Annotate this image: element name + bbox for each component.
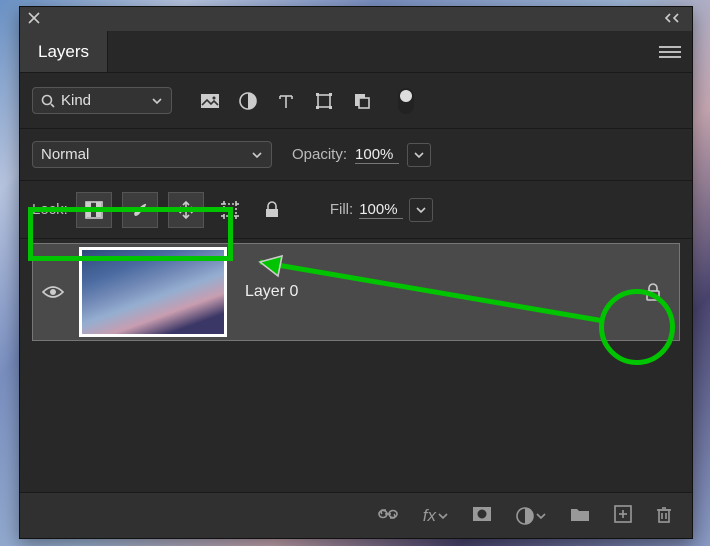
fill-label: Fill: — [330, 201, 353, 218]
filter-adjustment-layers-button[interactable] — [232, 85, 264, 117]
layer-mask-button[interactable] — [472, 506, 492, 526]
tab-bar: Layers — [20, 31, 692, 73]
lock-pixels-button[interactable] — [122, 192, 158, 228]
filter-kind-select[interactable]: Kind — [32, 87, 172, 114]
mask-icon — [472, 506, 492, 522]
collapse-panel-icon[interactable] — [664, 12, 684, 27]
filter-pixel-layers-button[interactable] — [194, 85, 226, 117]
text-icon — [278, 93, 294, 109]
panel-menu-button[interactable] — [648, 31, 692, 72]
adjustment-layer-button[interactable] — [516, 507, 546, 525]
group-button[interactable] — [570, 506, 590, 526]
link-layers-button[interactable] — [377, 507, 399, 525]
filter-type-layers-button[interactable] — [270, 85, 302, 117]
chevron-down-icon — [414, 150, 424, 160]
layer-thumbnail[interactable] — [79, 247, 227, 337]
opacity-value[interactable]: 100% — [355, 146, 399, 164]
link-icon — [377, 507, 399, 521]
filter-kind-value: Kind — [61, 92, 91, 109]
blend-row: Normal Opacity: 100% — [20, 129, 692, 181]
close-icon[interactable] — [28, 11, 40, 28]
layer-row[interactable]: Layer 0 — [32, 243, 680, 341]
trash-icon — [656, 505, 672, 523]
opacity-label: Opacity: — [292, 146, 347, 163]
chevron-down-icon — [151, 95, 163, 107]
brush-icon — [129, 199, 151, 221]
filter-smart-objects-button[interactable] — [346, 85, 378, 117]
image-icon — [200, 93, 220, 109]
blend-mode-value: Normal — [41, 146, 89, 163]
delete-layer-button[interactable] — [656, 505, 672, 527]
layers-list: Layer 0 — [20, 243, 692, 341]
lock-label: Lock: — [32, 201, 68, 218]
visibility-icon[interactable] — [42, 284, 64, 300]
artboard-icon — [219, 199, 241, 221]
chevron-down-icon — [251, 149, 263, 161]
layers-panel: Layers Kind — [19, 6, 693, 539]
chevron-down-icon — [416, 205, 426, 215]
adjustment-icon — [239, 92, 257, 110]
layer-style-button[interactable]: fx — [423, 506, 448, 526]
folder-icon — [570, 506, 590, 522]
lock-row: Lock: — [20, 181, 692, 239]
chevron-down-icon — [438, 511, 448, 521]
chevron-down-icon — [536, 511, 546, 521]
lock-all-button[interactable] — [254, 194, 290, 226]
smart-object-icon — [353, 92, 371, 110]
lock-position-button[interactable] — [168, 192, 204, 228]
title-bar — [20, 7, 692, 31]
fx-label: fx — [423, 506, 436, 526]
lock-transparent-button[interactable] — [76, 192, 112, 228]
blend-mode-select[interactable]: Normal — [32, 141, 272, 168]
opacity-dropdown-button[interactable] — [407, 143, 431, 167]
filter-toggle[interactable] — [398, 88, 414, 114]
plus-square-icon — [614, 505, 632, 523]
layer-name: Layer 0 — [245, 283, 298, 301]
filter-row: Kind — [20, 73, 692, 129]
fill-value[interactable]: 100% — [359, 201, 403, 219]
tab-layers[interactable]: Layers — [20, 31, 108, 72]
new-layer-button[interactable] — [614, 505, 632, 527]
fill-dropdown-button[interactable] — [409, 198, 433, 222]
tab-label: Layers — [38, 42, 89, 62]
lock-icon — [263, 201, 281, 219]
adjustment-icon — [516, 507, 534, 525]
footer: fx — [20, 492, 692, 538]
shape-icon — [315, 92, 333, 110]
filter-shape-layers-button[interactable] — [308, 85, 340, 117]
search-icon — [41, 94, 55, 108]
lock-icon — [643, 282, 663, 302]
move-icon — [175, 199, 197, 221]
lock-artboard-button[interactable] — [212, 194, 248, 226]
transparency-icon — [84, 200, 104, 220]
